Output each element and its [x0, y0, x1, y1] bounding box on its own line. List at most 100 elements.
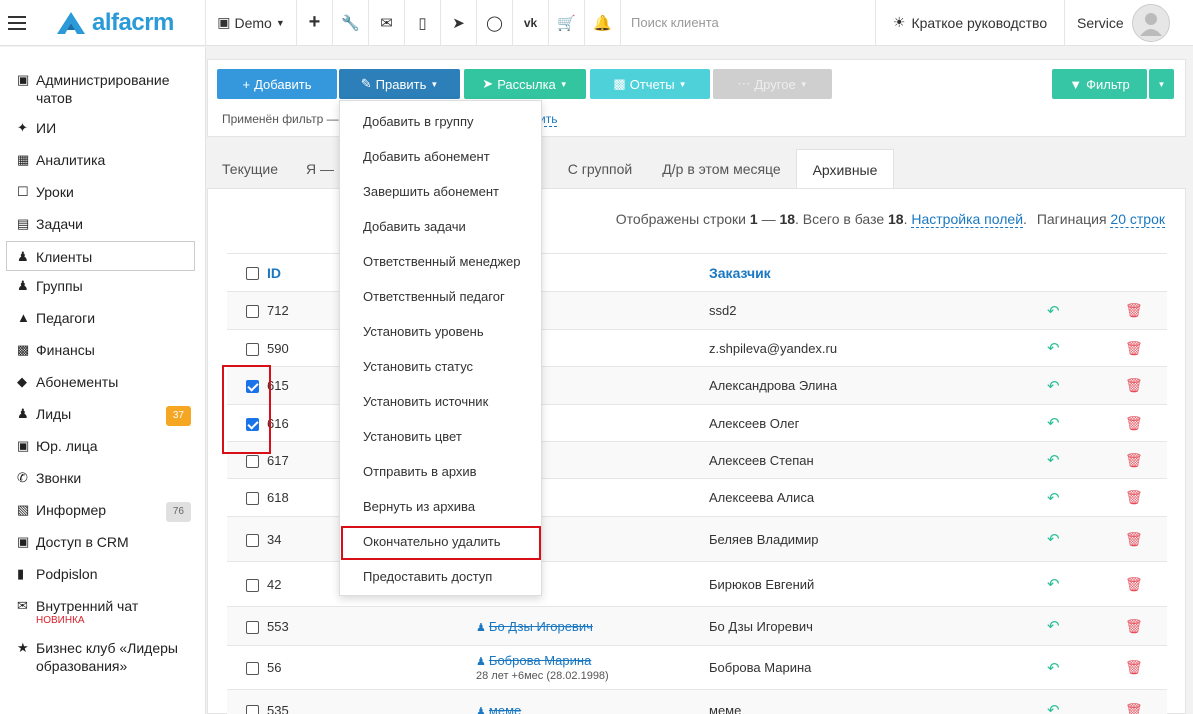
- sidebar-item-tasks[interactable]: ▤ Задачи: [0, 209, 205, 241]
- sidebar-item-calls[interactable]: ✆ Звонки: [0, 463, 205, 495]
- restore-icon[interactable]: ↶: [1047, 702, 1060, 714]
- user-menu[interactable]: Service: [1065, 0, 1193, 45]
- sidebar-item-leads[interactable]: ♟ Лиды 37: [0, 399, 205, 431]
- dropdown-item[interactable]: Отправить в архив: [340, 454, 541, 489]
- cart-icon[interactable]: 🛒: [549, 0, 585, 45]
- table-row[interactable]: 535 ♟ меме меме ↶ 🗑: [227, 689, 1167, 714]
- trash-icon[interactable]: 🗑: [1125, 531, 1143, 547]
- guide-link[interactable]: ☀ Краткое руководство: [876, 0, 1065, 45]
- client-name-link[interactable]: Бо Дзы Игоревич: [489, 619, 593, 634]
- trash-icon[interactable]: 🗑: [1125, 576, 1143, 592]
- informer-badge: 76: [165, 502, 191, 522]
- pagination-link[interactable]: 20 строк: [1110, 211, 1165, 228]
- envelope-icon[interactable]: ✉: [369, 0, 405, 45]
- row-checkbox[interactable]: [246, 342, 259, 356]
- mobile-icon[interactable]: ▯: [405, 0, 441, 45]
- sidebar-item-crm-access[interactable]: ▣ Доступ в CRM: [0, 527, 205, 559]
- dropdown-item[interactable]: Установить источник: [340, 384, 541, 419]
- whatsapp-icon[interactable]: ◯: [477, 0, 513, 45]
- add-button[interactable]: + Добавить: [217, 69, 337, 99]
- table-row[interactable]: 56 ♟ Боброва Марина 28 лет +6мес (28.02.19…: [227, 645, 1167, 690]
- restore-icon[interactable]: ↶: [1047, 618, 1060, 635]
- row-checkbox[interactable]: [246, 620, 259, 634]
- customer-header[interactable]: Заказчик: [709, 253, 1047, 292]
- sidebar-item-teachers[interactable]: ▲ Педагоги: [0, 303, 205, 335]
- other-button[interactable]: ⋯ Другое ▼: [713, 69, 832, 99]
- menu-icon[interactable]: [0, 0, 34, 45]
- dropdown-item[interactable]: Установить уровень: [340, 314, 541, 349]
- trash-icon[interactable]: 🗑: [1125, 659, 1143, 675]
- dropdown-item[interactable]: Добавить в группу: [340, 104, 541, 139]
- restore-icon[interactable]: ↶: [1047, 415, 1060, 432]
- dropdown-item[interactable]: Предоставить доступ: [340, 559, 541, 594]
- trash-icon[interactable]: 🗑: [1125, 377, 1143, 393]
- sidebar-item-finance[interactable]: ▩ Финансы: [0, 335, 205, 367]
- tab-current[interactable]: Текущие: [207, 149, 293, 189]
- restore-icon[interactable]: ↶: [1047, 378, 1060, 395]
- restore-icon[interactable]: ↶: [1047, 576, 1060, 593]
- dropdown-item[interactable]: Вернуть из архива: [340, 489, 541, 524]
- sidebar-item-lessons[interactable]: ☐ Уроки: [0, 177, 205, 209]
- restore-icon[interactable]: ↶: [1047, 452, 1060, 469]
- sidebar-item-clients[interactable]: ♟ Клиенты: [6, 241, 195, 271]
- trash-icon[interactable]: 🗑: [1125, 452, 1143, 468]
- row-checkbox[interactable]: [246, 492, 259, 506]
- dropdown-item[interactable]: Добавить задачи: [340, 209, 541, 244]
- restore-icon[interactable]: ↶: [1047, 660, 1060, 677]
- trash-icon[interactable]: 🗑: [1125, 302, 1143, 318]
- row-checkbox[interactable]: [246, 454, 259, 468]
- dropdown-item[interactable]: Ответственный педагог: [340, 279, 541, 314]
- sidebar-item-legal[interactable]: ▣ Юр. лица: [0, 431, 205, 463]
- trash-icon[interactable]: 🗑: [1125, 618, 1143, 634]
- trash-icon[interactable]: 🗑: [1125, 702, 1143, 714]
- search-input[interactable]: Поиск клиента: [621, 0, 876, 45]
- restore-icon[interactable]: ↶: [1047, 531, 1060, 548]
- vk-icon[interactable]: vk: [513, 0, 549, 45]
- sidebar-item-informer[interactable]: ▧ Информер 76: [0, 495, 205, 527]
- client-name-link[interactable]: меме: [489, 703, 521, 714]
- trash-icon[interactable]: 🗑: [1125, 340, 1143, 356]
- dropdown-item[interactable]: Добавить абонемент: [340, 139, 541, 174]
- row-checkbox[interactable]: [246, 305, 259, 319]
- sidebar-item-label: Администрирование чатов: [36, 72, 170, 106]
- filter-caret-button[interactable]: ▼: [1149, 69, 1174, 99]
- client-name-link[interactable]: Боброва Марина: [489, 653, 591, 668]
- sidebar-item-analytics[interactable]: ▦ Аналитика: [0, 145, 205, 177]
- wrench-icon[interactable]: 🔧: [333, 0, 369, 45]
- edit-button[interactable]: ✎ Править ▼: [339, 69, 460, 99]
- select-all-checkbox[interactable]: [246, 267, 259, 281]
- tab-birthdays[interactable]: Д/р в этом месяце: [648, 149, 795, 189]
- sidebar-item-internal-chat[interactable]: ✉ Внутренний чат НОВИНКА: [0, 591, 205, 633]
- demo-selector[interactable]: ▣ Demo ▼: [206, 0, 297, 45]
- dropdown-item[interactable]: Установить статус: [340, 349, 541, 384]
- restore-icon[interactable]: ↶: [1047, 303, 1060, 320]
- mailing-button[interactable]: ➤ Рассылка ▼: [464, 69, 586, 99]
- dropdown-item[interactable]: Установить цвет: [340, 419, 541, 454]
- fields-settings-link[interactable]: Настройка полей: [911, 211, 1024, 228]
- plus-icon[interactable]: +: [297, 0, 333, 45]
- logo[interactable]: alfacrm: [34, 0, 206, 45]
- table-row[interactable]: 553 ♟ Бо Дзы Игоревич Бо Дзы Игоревич ↶ 🗑: [227, 606, 1167, 646]
- row-checkbox[interactable]: [246, 662, 259, 676]
- restore-icon[interactable]: ↶: [1047, 490, 1060, 507]
- reports-button[interactable]: ▩ Отчеты ▼: [590, 69, 710, 99]
- sidebar-item-business-club[interactable]: ★ Бизнес клуб «Лидеры образования»: [0, 633, 205, 681]
- row-checkbox[interactable]: [246, 578, 259, 592]
- dropdown-item[interactable]: Ответственный менеджер: [340, 244, 541, 279]
- restore-icon[interactable]: ↶: [1047, 340, 1060, 357]
- trash-icon[interactable]: 🗑: [1125, 415, 1143, 431]
- filter-button[interactable]: ▼ Фильтр: [1052, 69, 1147, 99]
- sidebar-item-chat-admin[interactable]: ▣ Администрирование чатов: [0, 65, 205, 113]
- trash-icon[interactable]: 🗑: [1125, 489, 1143, 505]
- sidebar-item-subscriptions[interactable]: ◆ Абонементы: [0, 367, 205, 399]
- row-checkbox[interactable]: [246, 533, 259, 547]
- telegram-icon[interactable]: ➤: [441, 0, 477, 45]
- dropdown-item[interactable]: Завершить абонемент: [340, 174, 541, 209]
- sidebar-item-podpislon[interactable]: ▮ Podpislon: [0, 559, 205, 591]
- tab-with-group[interactable]: С группой: [552, 149, 648, 189]
- sidebar-item-ai[interactable]: ✦ ИИ: [0, 113, 205, 145]
- sidebar-item-groups[interactable]: ♟ Группы: [0, 271, 205, 303]
- bell-icon[interactable]: 🔔: [585, 0, 621, 45]
- tab-archived[interactable]: Архивные: [796, 149, 894, 189]
- row-checkbox[interactable]: [246, 704, 259, 714]
